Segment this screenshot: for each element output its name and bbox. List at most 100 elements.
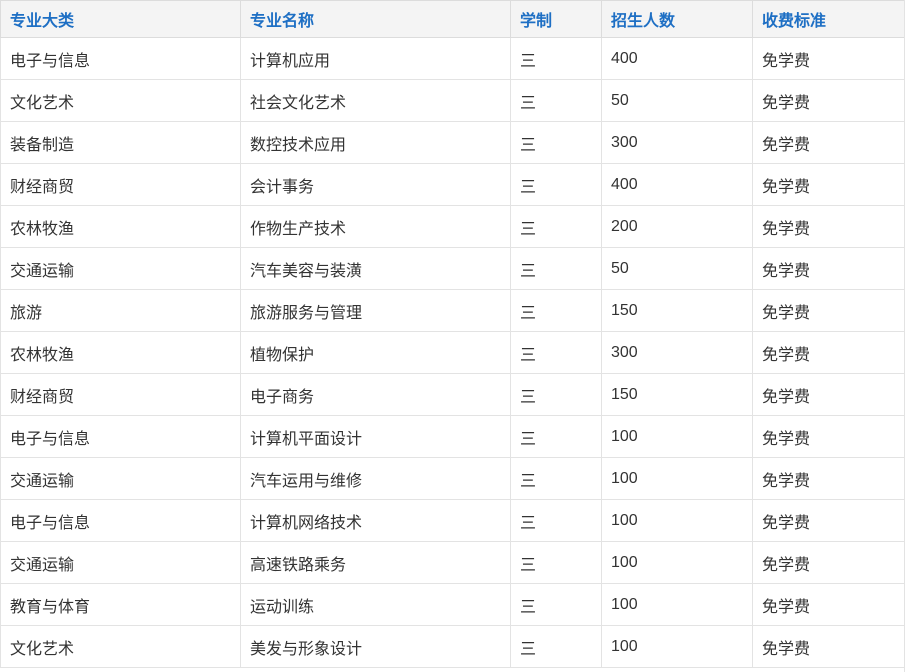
cell-tuition: 免学费 bbox=[752, 121, 908, 164]
cell-enrollment-count: 100 bbox=[601, 625, 753, 668]
cell-duration: 三 bbox=[510, 289, 602, 332]
table-row: 教育与体育 运动训练三 100 免学费 bbox=[0, 583, 908, 626]
cell-enrollment-count: 100 bbox=[601, 457, 753, 500]
cell-enrollment-count: 100 bbox=[601, 415, 753, 458]
cell-duration: 三 bbox=[510, 541, 602, 584]
table-row: 电子与信息 计算机平面设计三 100 免学费 bbox=[0, 415, 908, 458]
cell-duration: 三 bbox=[510, 79, 602, 122]
cell-enrollment-count: 50 bbox=[601, 79, 753, 122]
cell-major-name: 会计事务 bbox=[240, 163, 511, 206]
cell-duration: 三 bbox=[510, 457, 602, 500]
cell-enrollment-count: 100 bbox=[601, 583, 753, 626]
table-row: 财经商贸 电子商务三 150 免学费 bbox=[0, 373, 908, 416]
cell-major-category: 电子与信息 bbox=[0, 415, 241, 458]
cell-major-name: 汽车运用与维修 bbox=[240, 457, 511, 500]
cell-enrollment-count: 300 bbox=[601, 121, 753, 164]
cell-duration: 三 bbox=[510, 37, 602, 80]
cell-tuition: 免学费 bbox=[752, 163, 908, 206]
cell-major-category: 文化艺术 bbox=[0, 79, 241, 122]
table-right-edge bbox=[904, 0, 908, 672]
cell-duration: 三 bbox=[510, 499, 602, 542]
header-row: 专业大类 专业名称 学制 招生人数 收费标准 bbox=[0, 0, 908, 38]
cell-major-name: 高速铁路乘务 bbox=[240, 541, 511, 584]
cell-major-category: 电子与信息 bbox=[0, 37, 241, 80]
cell-major-category: 旅游 bbox=[0, 289, 241, 332]
table-row: 农林牧渔 植物保护三 300 免学费 bbox=[0, 331, 908, 374]
header-enrollment-count: 招生人数 bbox=[601, 0, 753, 38]
table-row: 文化艺术 美发与形象设计三 100 免学费 bbox=[0, 625, 908, 668]
cell-major-category: 交通运输 bbox=[0, 247, 241, 290]
cell-enrollment-count: 400 bbox=[601, 37, 753, 80]
cell-major-category: 财经商贸 bbox=[0, 373, 241, 416]
cell-tuition: 免学费 bbox=[752, 415, 908, 458]
cell-major-category: 文化艺术 bbox=[0, 625, 241, 668]
cell-major-name: 汽车美容与装潢 bbox=[240, 247, 511, 290]
cell-tuition: 免学费 bbox=[752, 79, 908, 122]
cell-major-name: 运动训练 bbox=[240, 583, 511, 626]
cell-duration: 三 bbox=[510, 373, 602, 416]
cell-tuition: 免学费 bbox=[752, 625, 908, 668]
table-row: 交通运输 汽车美容与装潢三 50 免学费 bbox=[0, 247, 908, 290]
cell-major-category: 农林牧渔 bbox=[0, 331, 241, 374]
cell-major-category: 农林牧渔 bbox=[0, 205, 241, 248]
table-row: 电子与信息 计算机应用三 400 免学费 bbox=[0, 37, 908, 80]
cell-major-category: 财经商贸 bbox=[0, 163, 241, 206]
cell-major-name: 计算机网络技术 bbox=[240, 499, 511, 542]
cell-major-category: 装备制造 bbox=[0, 121, 241, 164]
cell-major-name: 计算机平面设计 bbox=[240, 415, 511, 458]
cell-major-name: 社会文化艺术 bbox=[240, 79, 511, 122]
cell-major-category: 电子与信息 bbox=[0, 499, 241, 542]
table-body: 电子与信息 计算机应用三 400 免学费 文化艺术 社会文化艺术三 50 免学费 装备制造 数控技… bbox=[0, 37, 908, 668]
cell-major-name: 计算机应用 bbox=[240, 37, 511, 80]
cell-major-name: 旅游服务与管理 bbox=[240, 289, 511, 332]
cell-enrollment-count: 100 bbox=[601, 499, 753, 542]
cell-tuition: 免学费 bbox=[752, 37, 908, 80]
table-row: 交通运输 高速铁路乘务三 100 免学费 bbox=[0, 541, 908, 584]
table-row: 电子与信息 计算机网络技术三 100 免学费 bbox=[0, 499, 908, 542]
cell-enrollment-count: 400 bbox=[601, 163, 753, 206]
header-major-category: 专业大类 bbox=[0, 0, 241, 38]
cell-enrollment-count: 300 bbox=[601, 331, 753, 374]
cell-duration: 三 bbox=[510, 583, 602, 626]
table-row: 旅游 旅游服务与管理三 150 免学费 bbox=[0, 289, 908, 332]
cell-tuition: 免学费 bbox=[752, 583, 908, 626]
cell-major-name: 植物保护 bbox=[240, 331, 511, 374]
cell-duration: 三 bbox=[510, 625, 602, 668]
cell-major-name: 电子商务 bbox=[240, 373, 511, 416]
cell-tuition: 免学费 bbox=[752, 457, 908, 500]
cell-tuition: 免学费 bbox=[752, 205, 908, 248]
cell-major-category: 交通运输 bbox=[0, 541, 241, 584]
cell-enrollment-count: 150 bbox=[601, 373, 753, 416]
cell-duration: 三 bbox=[510, 247, 602, 290]
cell-duration: 三 bbox=[510, 205, 602, 248]
table-row: 文化艺术 社会文化艺术三 50 免学费 bbox=[0, 79, 908, 122]
cell-enrollment-count: 50 bbox=[601, 247, 753, 290]
cell-major-name: 作物生产技术 bbox=[240, 205, 511, 248]
cell-major-category: 教育与体育 bbox=[0, 583, 241, 626]
cell-duration: 三 bbox=[510, 331, 602, 374]
cell-duration: 三 bbox=[510, 415, 602, 458]
cell-tuition: 免学费 bbox=[752, 541, 908, 584]
cell-major-name: 数控技术应用 bbox=[240, 121, 511, 164]
table-row: 装备制造 数控技术应用三 300 免学费 bbox=[0, 121, 908, 164]
cell-tuition: 免学费 bbox=[752, 373, 908, 416]
cell-enrollment-count: 150 bbox=[601, 289, 753, 332]
enrollment-table-container: 专业大类 专业名称 学制 招生人数 收费标准 电子与信息 计算机应用三 400 免学费… bbox=[0, 0, 908, 672]
header-duration: 学制 bbox=[510, 0, 602, 38]
enrollment-table: 专业大类 专业名称 学制 招生人数 收费标准 电子与信息 计算机应用三 400 免学费… bbox=[0, 0, 908, 668]
cell-duration: 三 bbox=[510, 121, 602, 164]
table-row: 财经商贸 会计事务三 400 免学费 bbox=[0, 163, 908, 206]
cell-tuition: 免学费 bbox=[752, 499, 908, 542]
cell-tuition: 免学费 bbox=[752, 331, 908, 374]
header-tuition: 收费标准 bbox=[752, 0, 908, 38]
cell-major-name: 美发与形象设计 bbox=[240, 625, 511, 668]
cell-duration: 三 bbox=[510, 163, 602, 206]
cell-enrollment-count: 100 bbox=[601, 541, 753, 584]
cell-tuition: 免学费 bbox=[752, 247, 908, 290]
header-major-name: 专业名称 bbox=[240, 0, 511, 38]
cell-tuition: 免学费 bbox=[752, 289, 908, 332]
table-row: 交通运输 汽车运用与维修三 100 免学费 bbox=[0, 457, 908, 500]
table-header: 专业大类 专业名称 学制 招生人数 收费标准 bbox=[0, 0, 908, 38]
cell-enrollment-count: 200 bbox=[601, 205, 753, 248]
cell-major-category: 交通运输 bbox=[0, 457, 241, 500]
